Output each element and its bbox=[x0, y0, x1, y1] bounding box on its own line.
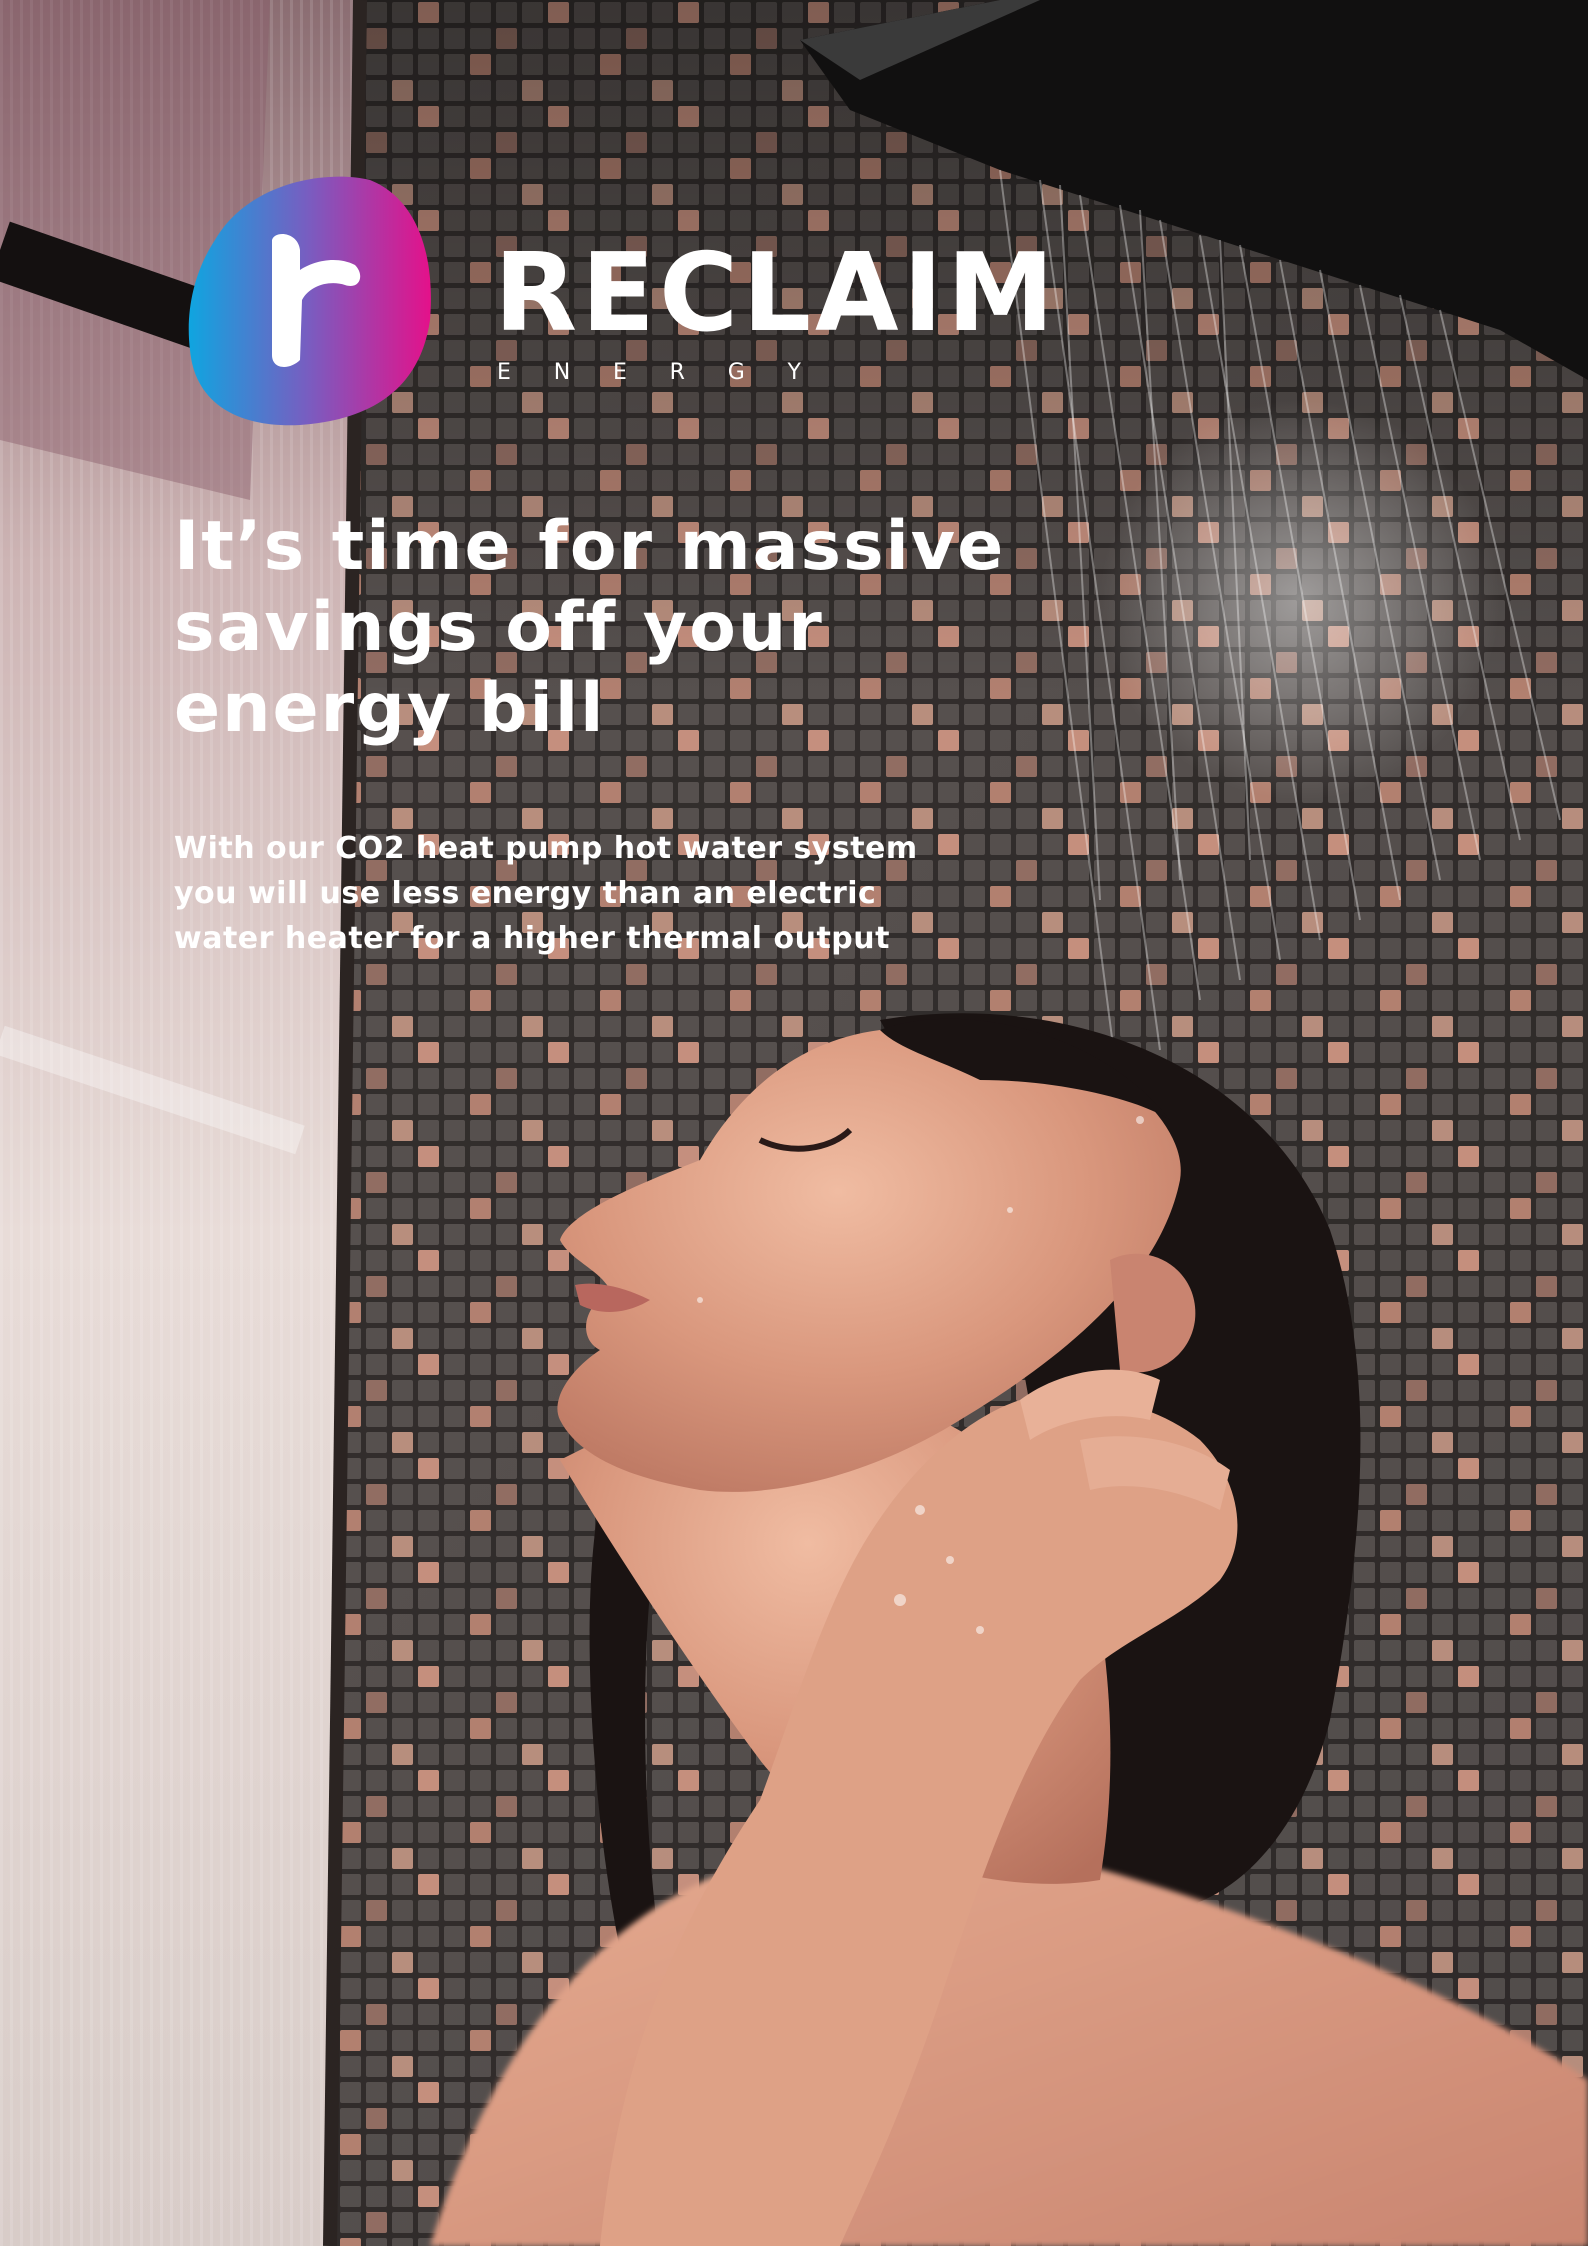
tagline-letter: E bbox=[497, 360, 511, 385]
headline-line: It’s time for massive bbox=[174, 507, 1006, 586]
body-copy: With our CO2 heat pump hot water system … bbox=[174, 826, 1034, 961]
body-line: water heater for a higher thermal output bbox=[174, 921, 890, 956]
headline-line: savings off your bbox=[174, 588, 824, 667]
poster: RECLAIM E N E R G Y It’s time for massiv… bbox=[0, 0, 1588, 2246]
brand-tagline: E N E R G Y bbox=[497, 362, 801, 384]
headline-line: energy bill bbox=[174, 669, 606, 748]
body-line: With our CO2 heat pump hot water system bbox=[174, 831, 918, 866]
tagline-letter: N bbox=[553, 360, 571, 385]
body-line: you will use less energy than an electri… bbox=[174, 876, 877, 911]
tagline-letter: G bbox=[727, 360, 745, 385]
brand-wordmark: RECLAIM bbox=[494, 231, 1059, 356]
tagline-letter: Y bbox=[787, 360, 801, 385]
tagline-letter: E bbox=[612, 360, 627, 385]
tagline-letter: R bbox=[669, 360, 685, 385]
headline: It’s time for massive savings off your e… bbox=[174, 506, 1074, 749]
